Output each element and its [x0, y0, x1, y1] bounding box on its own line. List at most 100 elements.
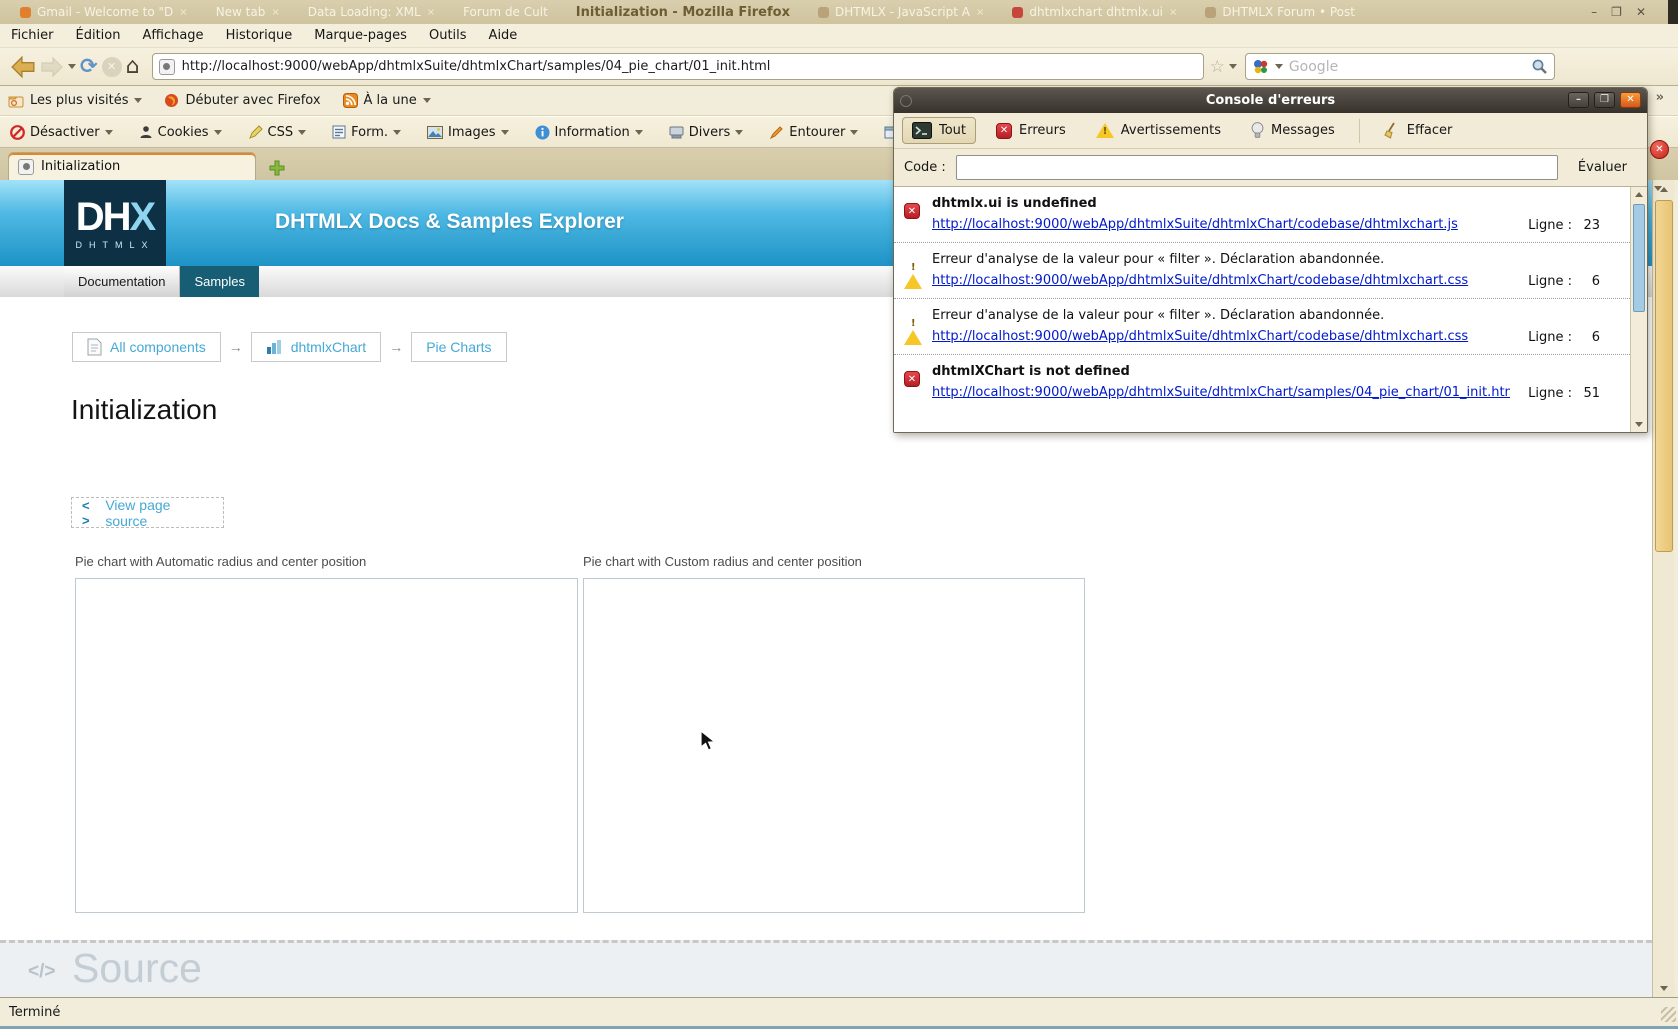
forward-arrow-icon: [40, 55, 64, 79]
task-item[interactable]: DHTMLX - JavaScript A ×: [804, 5, 998, 19]
active-window-title: Initialization - Mozilla Firefox: [562, 5, 804, 20]
menu-affichage[interactable]: Affichage: [131, 25, 214, 46]
dev-misc-menu[interactable]: Divers: [669, 125, 743, 140]
site-title: DHTMLX Docs & Samples Explorer: [275, 210, 624, 234]
toolbar-overflow-icon[interactable]: »: [1656, 90, 1664, 105]
history-dropdown[interactable]: [68, 64, 76, 69]
console-clear-button[interactable]: Effacer: [1374, 117, 1463, 144]
console-title-bar[interactable]: Console d'erreurs – ❐ ✕: [894, 88, 1647, 113]
scrollbar-thumb[interactable]: [1633, 204, 1645, 312]
mouse-cursor: [700, 730, 719, 752]
new-tab-button[interactable]: [264, 156, 290, 180]
terminal-icon: [912, 122, 932, 139]
console-filter-warnings-button[interactable]: ! Avertissements: [1086, 118, 1231, 143]
gmail-icon: [20, 7, 31, 18]
source-link[interactable]: http://localhost:9000/webApp/dhtmlxSuite…: [932, 326, 1510, 347]
code-brackets-icon: < >: [82, 498, 97, 528]
console-close-button[interactable]: ✕: [1620, 92, 1641, 108]
breadcrumb-all-components[interactable]: All components: [72, 332, 221, 362]
scroll-up-button[interactable]: [1631, 187, 1647, 202]
evaluate-button[interactable]: Évaluer: [1568, 158, 1637, 177]
person-icon: [139, 125, 153, 139]
task-label: dhtmlxchart dhtmlx.ui: [1029, 5, 1163, 19]
url-input[interactable]: [182, 59, 1197, 74]
breadcrumb-arrow: →: [229, 339, 243, 355]
tab-documentation[interactable]: Documentation: [64, 266, 180, 297]
devbar-overflow-icon[interactable]: [1654, 176, 1662, 195]
source-link[interactable]: http://localhost:9000/webApp/dhtmlxSuite…: [932, 382, 1510, 403]
task-item[interactable]: Forum de Cult: [449, 5, 562, 19]
menu-marque-pages[interactable]: Marque-pages: [303, 25, 418, 46]
console-filter-messages-button[interactable]: Messages: [1241, 117, 1345, 144]
menu-edition[interactable]: Édition: [65, 25, 132, 46]
scroll-down-button[interactable]: [1653, 979, 1675, 997]
console-filter-errors-button[interactable]: ✕ Erreurs: [986, 118, 1076, 144]
menu-outils[interactable]: Outils: [418, 25, 478, 46]
close-icon[interactable]: ×: [427, 7, 435, 18]
menu-aide[interactable]: Aide: [478, 25, 529, 46]
task-item[interactable]: DHTMLX Forum • Post: [1191, 5, 1369, 19]
google-engine-icon[interactable]: [1252, 58, 1269, 75]
pencil-icon: [248, 125, 263, 140]
scrollbar-thumb[interactable]: [1655, 200, 1673, 552]
console-code-row: Code : Évaluer: [894, 149, 1647, 186]
close-icon[interactable]: ×: [976, 7, 984, 18]
search-input[interactable]: [1289, 59, 1525, 75]
breadcrumb-pie-charts[interactable]: Pie Charts: [411, 332, 506, 362]
page-error-indicator-icon[interactable]: ✕: [1650, 140, 1669, 159]
dev-information-menu[interactable]: Information: [535, 125, 643, 140]
reload-button[interactable]: ⟳: [80, 56, 98, 77]
bookmark-latest-headlines[interactable]: À la une: [343, 93, 431, 108]
task-item[interactable]: Data Loading: XML ×: [294, 5, 449, 19]
minimize-icon[interactable]: –: [1591, 5, 1597, 19]
close-icon[interactable]: ×: [271, 7, 279, 18]
tab-initialization[interactable]: Initialization: [8, 152, 256, 180]
scroll-down-button[interactable]: [1631, 417, 1647, 432]
task-item[interactable]: New tab ×: [202, 5, 294, 19]
bookmark-star-icon[interactable]: ☆: [1210, 57, 1225, 77]
search-icon[interactable]: [1531, 58, 1548, 75]
close-icon[interactable]: ✕: [1636, 5, 1646, 19]
source-link[interactable]: http://localhost:9000/webApp/dhtmlxSuite…: [932, 270, 1510, 291]
task-item[interactable]: Gmail - Welcome to "D ×: [6, 5, 202, 19]
menu-fichier[interactable]: Fichier: [0, 25, 65, 46]
bookmark-getting-started[interactable]: Débuter avec Firefox: [164, 93, 320, 108]
dev-forms-menu[interactable]: Form.: [332, 125, 401, 140]
dev-images-menu[interactable]: Images: [427, 125, 509, 140]
console-filter-all-button[interactable]: Tout: [902, 117, 976, 144]
console-maximize-button[interactable]: ❐: [1594, 92, 1615, 108]
panel-label-auto: Pie chart with Automatic radius and cent…: [75, 554, 366, 569]
close-icon[interactable]: ×: [1169, 7, 1177, 18]
maximize-icon[interactable]: ❐: [1611, 5, 1622, 19]
home-button[interactable]: ⌂: [126, 56, 140, 78]
task-item[interactable]: dhtmlxchart dhtmlx.ui ×: [998, 5, 1191, 19]
main-scrollbar[interactable]: [1652, 180, 1674, 997]
dev-outline-menu[interactable]: Entourer: [769, 125, 858, 140]
marker-icon: [769, 125, 784, 140]
resize-grip[interactable]: [1661, 1007, 1676, 1022]
tab-samples[interactable]: Samples: [180, 266, 259, 297]
bookmark-most-visited[interactable]: Les plus visités: [8, 93, 142, 108]
source-link[interactable]: http://localhost:9000/webApp/dhtmlxSuite…: [932, 214, 1510, 235]
menu-historique[interactable]: Historique: [215, 25, 304, 46]
line-number: Ligne :6: [1528, 274, 1600, 289]
location-dropdown-icon[interactable]: [1229, 64, 1237, 69]
back-button[interactable]: [10, 54, 36, 80]
location-bar[interactable]: [152, 53, 1204, 80]
dev-css-menu[interactable]: CSS: [248, 125, 307, 140]
logo-text: DH: [76, 195, 130, 239]
search-bar[interactable]: [1245, 53, 1555, 80]
dev-disable-menu[interactable]: Désactiver: [10, 125, 113, 140]
close-icon[interactable]: ×: [179, 7, 187, 18]
search-engine-dropdown-icon[interactable]: [1275, 64, 1283, 69]
stop-button[interactable]: ✕: [102, 57, 122, 77]
screen-edge: [1668, 0, 1678, 24]
toolbar-separator: [1359, 119, 1360, 143]
console-minimize-button[interactable]: –: [1568, 92, 1589, 108]
view-page-source-button[interactable]: < > View page source: [71, 497, 224, 528]
dev-cookies-menu[interactable]: Cookies: [139, 125, 222, 140]
forward-button[interactable]: [40, 55, 64, 79]
console-scrollbar[interactable]: [1630, 187, 1647, 432]
breadcrumb-dhtmlxchart[interactable]: dhtmlxChart: [251, 332, 381, 362]
code-input[interactable]: [956, 155, 1558, 180]
